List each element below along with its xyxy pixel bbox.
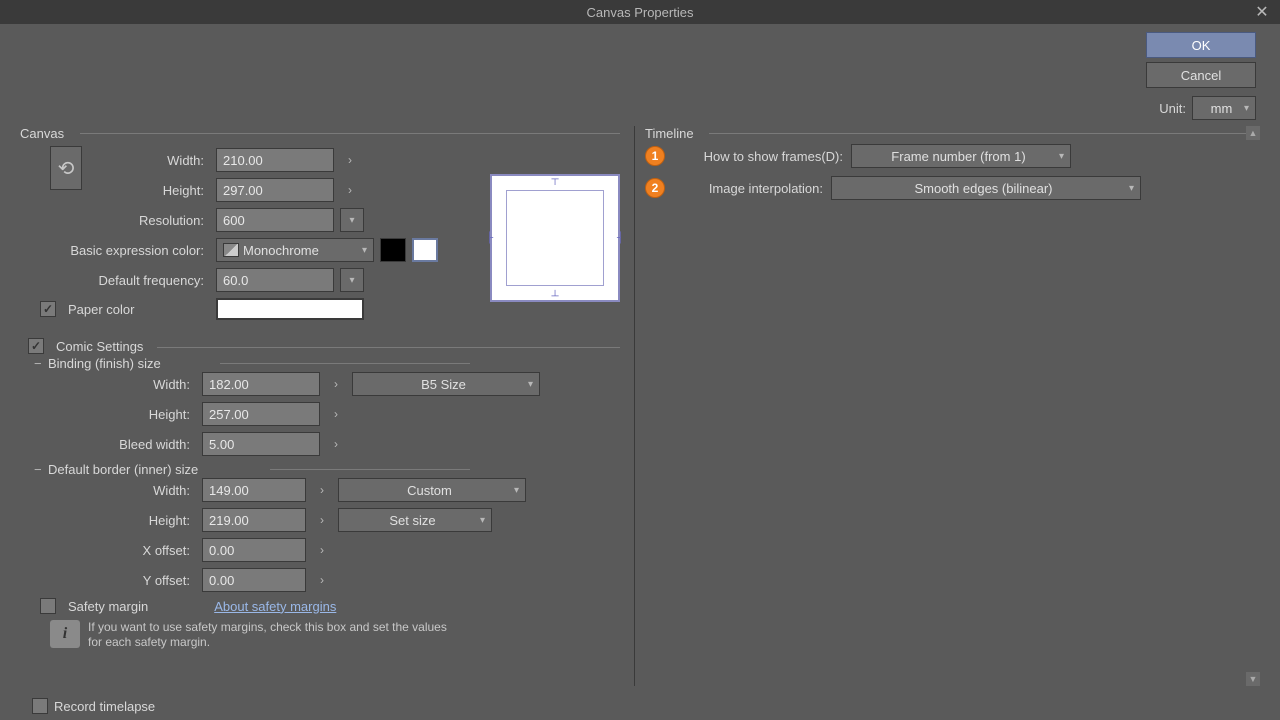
unit-dropdown[interactable]: mm ▾ — [1192, 96, 1256, 120]
close-icon[interactable]: ✕ — [1252, 2, 1272, 22]
xoffset-label: X offset: — [20, 543, 196, 558]
default-frequency-label: Default frequency: — [20, 273, 210, 288]
interp-label: Image interpolation: — [673, 181, 823, 196]
yoffset-input[interactable] — [202, 568, 306, 592]
bleed-input[interactable] — [202, 432, 320, 456]
border-width-input[interactable] — [202, 478, 306, 502]
monochrome-icon — [223, 243, 239, 257]
chevron-down-icon: ▾ — [514, 485, 519, 496]
ok-button[interactable]: OK — [1146, 32, 1256, 58]
safety-margin-label: Safety margin — [68, 599, 148, 614]
arrow-right-icon[interactable]: › — [312, 540, 332, 560]
chevron-down-icon: ▾ — [528, 379, 533, 390]
info-icon: i — [50, 620, 80, 648]
chevron-down-icon: ▾ — [349, 275, 354, 286]
interp-value: Smooth edges (bilinear) — [838, 181, 1129, 196]
paper-color-label: Paper color — [68, 302, 134, 317]
badge-2: 2 — [645, 178, 665, 198]
arrow-right-icon[interactable]: › — [326, 374, 346, 394]
comic-settings-checkbox[interactable] — [28, 338, 44, 354]
chevron-down-icon: ▾ — [1059, 151, 1064, 162]
safety-margin-checkbox[interactable] — [40, 598, 56, 614]
binding-preset-value: B5 Size — [359, 377, 528, 392]
frames-dropdown[interactable]: Frame number (from 1) ▾ — [851, 144, 1071, 168]
cancel-button[interactable]: Cancel — [1146, 62, 1256, 88]
canvas-width-input[interactable] — [216, 148, 334, 172]
resolution-input[interactable] — [216, 208, 334, 232]
resolution-label: Resolution: — [20, 213, 210, 228]
canvas-height-input[interactable] — [216, 178, 334, 202]
dialog-title: Canvas Properties — [587, 5, 694, 20]
basic-expression-dropdown[interactable]: Monochrome ▾ — [216, 238, 374, 262]
canvas-preview: ┬ ┴ ├ ┤ — [490, 174, 620, 302]
badge-1: 1 — [645, 146, 665, 166]
set-size-value: Set size — [345, 513, 480, 528]
binding-preset-dropdown[interactable]: B5 Size ▾ — [352, 372, 540, 396]
xoffset-input[interactable] — [202, 538, 306, 562]
frames-label: How to show frames(D): — [673, 149, 843, 164]
paper-color-checkbox[interactable] — [40, 301, 56, 317]
resolution-dropdown-button[interactable]: ▾ — [340, 208, 364, 232]
scroll-up-icon[interactable]: ▲ — [1246, 126, 1260, 140]
unit-value: mm — [1199, 101, 1244, 116]
yoffset-label: Y offset: — [20, 573, 196, 588]
binding-height-input[interactable] — [202, 402, 320, 426]
binding-width-input[interactable] — [202, 372, 320, 396]
scrollbar[interactable]: ▲ ▼ — [1246, 126, 1260, 686]
border-width-label: Width: — [20, 483, 196, 498]
chevron-down-icon: ▾ — [1129, 183, 1134, 194]
height-label: Height: — [20, 183, 210, 198]
border-legend: Default border (inner) size — [48, 462, 204, 477]
arrow-right-icon[interactable]: › — [312, 570, 332, 590]
interp-dropdown[interactable]: Smooth edges (bilinear) ▾ — [831, 176, 1141, 200]
paper-color-swatch[interactable] — [216, 298, 364, 320]
arrow-right-icon[interactable]: › — [326, 434, 346, 454]
white-swatch[interactable] — [412, 238, 438, 262]
arrow-right-icon[interactable]: › — [340, 150, 360, 170]
basic-expression-label: Basic expression color: — [20, 243, 210, 258]
unit-label: Unit: — [1159, 101, 1186, 116]
width-label: Width: — [20, 153, 210, 168]
record-timelapse-checkbox[interactable] — [32, 698, 48, 714]
chevron-down-icon: ▾ — [480, 515, 485, 526]
record-timelapse-label: Record timelapse — [54, 699, 155, 714]
comic-settings-legend: Comic Settings — [56, 339, 143, 354]
border-preset-dropdown[interactable]: Custom ▾ — [338, 478, 526, 502]
safety-info-text: If you want to use safety margins, check… — [88, 620, 448, 650]
chevron-down-icon: ▾ — [349, 215, 354, 226]
default-frequency-input[interactable] — [216, 268, 334, 292]
column-divider — [634, 126, 635, 686]
arrow-right-icon[interactable]: › — [340, 180, 360, 200]
titlebar: Canvas Properties ✕ — [0, 0, 1280, 24]
binding-legend: Binding (finish) size — [48, 356, 167, 371]
arrow-right-icon[interactable]: › — [312, 480, 332, 500]
black-swatch[interactable] — [380, 238, 406, 262]
chevron-down-icon: ▾ — [362, 245, 367, 256]
border-height-input[interactable] — [202, 508, 306, 532]
set-size-dropdown[interactable]: Set size ▾ — [338, 508, 492, 532]
bleed-label: Bleed width: — [20, 437, 196, 452]
arrow-right-icon[interactable]: › — [312, 510, 332, 530]
timeline-legend: Timeline — [645, 126, 700, 141]
arrow-right-icon[interactable]: › — [326, 404, 346, 424]
canvas-legend: Canvas — [20, 126, 70, 141]
binding-width-label: Width: — [20, 377, 196, 392]
scroll-down-icon[interactable]: ▼ — [1246, 672, 1260, 686]
chevron-down-icon: ▾ — [1244, 103, 1249, 114]
border-height-label: Height: — [20, 513, 196, 528]
about-safety-margins-link[interactable]: About safety margins — [214, 599, 336, 614]
basic-expression-value: Monochrome — [243, 243, 362, 258]
frequency-dropdown-button[interactable]: ▾ — [340, 268, 364, 292]
frames-value: Frame number (from 1) — [858, 149, 1059, 164]
binding-height-label: Height: — [20, 407, 196, 422]
border-preset-value: Custom — [345, 483, 514, 498]
